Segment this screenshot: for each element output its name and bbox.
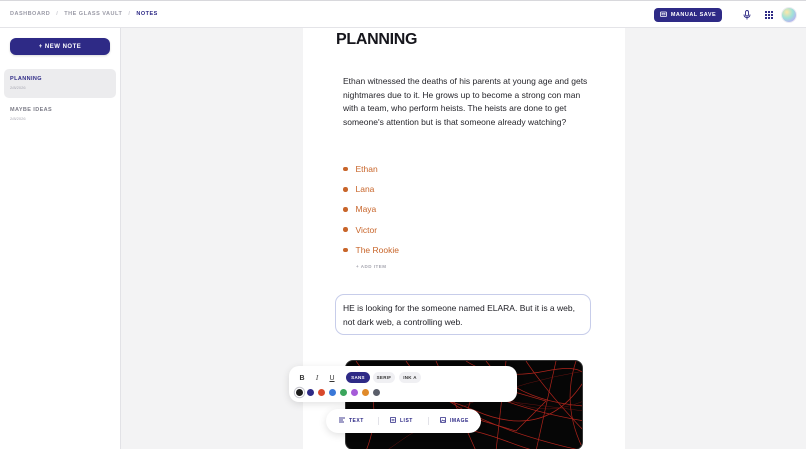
manual-save-label: MANUAL SAVE <box>670 12 717 18</box>
note-date: 2/8/2026 <box>10 85 26 90</box>
insert-image-label: IMAGE <box>450 418 469 424</box>
color-swatch-blue[interactable] <box>329 389 336 396</box>
insert-list-label: LIST <box>400 418 413 424</box>
list-icon <box>390 417 396 425</box>
insert-image-button[interactable]: IMAGE <box>440 417 469 425</box>
insert-text-label: TEXT <box>349 418 364 424</box>
breadcrumb-notes[interactable]: NOTES <box>136 11 157 17</box>
bullet-icon <box>343 166 348 172</box>
color-swatch-purple[interactable] <box>351 389 358 396</box>
color-swatch-orange[interactable] <box>362 389 369 396</box>
list-item-text: The Rookie <box>355 244 399 255</box>
list-item-text: Victor <box>355 224 378 235</box>
image-icon <box>440 417 446 425</box>
font-serif-button[interactable]: SERIF <box>373 372 395 383</box>
note-title-heading[interactable]: PLANNING <box>336 31 417 49</box>
divider <box>428 417 429 425</box>
breadcrumb-separator: / <box>128 11 131 17</box>
breadcrumb-the-glass-vault[interactable]: THE GLASS VAULT <box>64 11 122 17</box>
text-icon <box>339 417 345 425</box>
italic-button[interactable]: I <box>311 372 323 384</box>
list-item[interactable]: Ethan <box>343 159 399 179</box>
note-item-maybe-ideas[interactable]: MAYBE IDEAS 2/8/2026 <box>4 100 116 129</box>
color-swatch-black[interactable] <box>296 389 303 396</box>
list-item-text: Ethan <box>355 164 378 175</box>
list-item[interactable]: Victor <box>343 220 399 240</box>
bullet-icon <box>343 247 348 253</box>
insert-text-button[interactable]: TEXT <box>339 417 364 425</box>
color-swatch-red[interactable] <box>318 389 325 396</box>
add-item-button[interactable]: + ADD ITEM <box>356 264 386 269</box>
grid-icon[interactable] <box>763 9 775 21</box>
bullet-icon <box>343 187 348 192</box>
insert-list-button[interactable]: LIST <box>390 417 413 425</box>
format-toolbar: B I U SANS SERIF INK A <box>289 366 517 402</box>
color-swatch-indigo[interactable] <box>307 389 314 396</box>
character-list: Ethan Lana Maya Victor The Rookie <box>343 159 399 260</box>
font-ink-button[interactable]: INK A <box>399 372 421 383</box>
mic-icon[interactable] <box>741 9 753 21</box>
divider <box>378 417 379 425</box>
list-item[interactable]: Lana <box>343 179 399 199</box>
bullet-icon <box>343 207 348 212</box>
callout-block[interactable]: HE is looking for the someone named ELAR… <box>335 294 591 335</box>
note-date: 2/8/2026 <box>10 116 26 121</box>
manual-save-button[interactable]: MANUAL SAVE <box>654 8 722 22</box>
underline-button[interactable]: U <box>326 372 338 384</box>
list-item-text: Maya <box>355 204 377 215</box>
breadcrumb-separator: / <box>56 11 59 17</box>
breadcrumb: DASHBOARD / THE GLASS VAULT / NOTES <box>10 11 158 17</box>
bullet-icon <box>343 227 348 232</box>
notes-sidebar: + NEW NOTE PLANNING 2/8/2026 MAYBE IDEAS… <box>0 28 121 449</box>
color-swatch-green[interactable] <box>340 389 347 396</box>
list-item[interactable]: The Rookie <box>343 240 399 260</box>
list-item[interactable]: Maya <box>343 199 399 219</box>
font-sans-button[interactable]: SANS <box>346 372 370 383</box>
note-title: MAYBE IDEAS <box>10 107 53 113</box>
breadcrumb-dashboard[interactable]: DASHBOARD <box>10 11 50 17</box>
note-title: PLANNING <box>10 76 42 82</box>
text-block[interactable]: Ethan witnessed the deaths of his parent… <box>343 75 595 130</box>
list-item-text: Lana <box>355 184 375 195</box>
top-bar: DASHBOARD / THE GLASS VAULT / NOTES MANU… <box>0 0 806 28</box>
avatar[interactable] <box>782 8 796 22</box>
color-swatch-gray[interactable] <box>373 389 380 396</box>
folder-icon <box>659 11 667 19</box>
bold-button[interactable]: B <box>296 372 308 384</box>
insert-bar: TEXT LIST IMAGE <box>326 409 481 433</box>
new-note-button[interactable]: + NEW NOTE <box>10 38 110 55</box>
note-item-planning[interactable]: PLANNING 2/8/2026 <box>4 69 116 98</box>
